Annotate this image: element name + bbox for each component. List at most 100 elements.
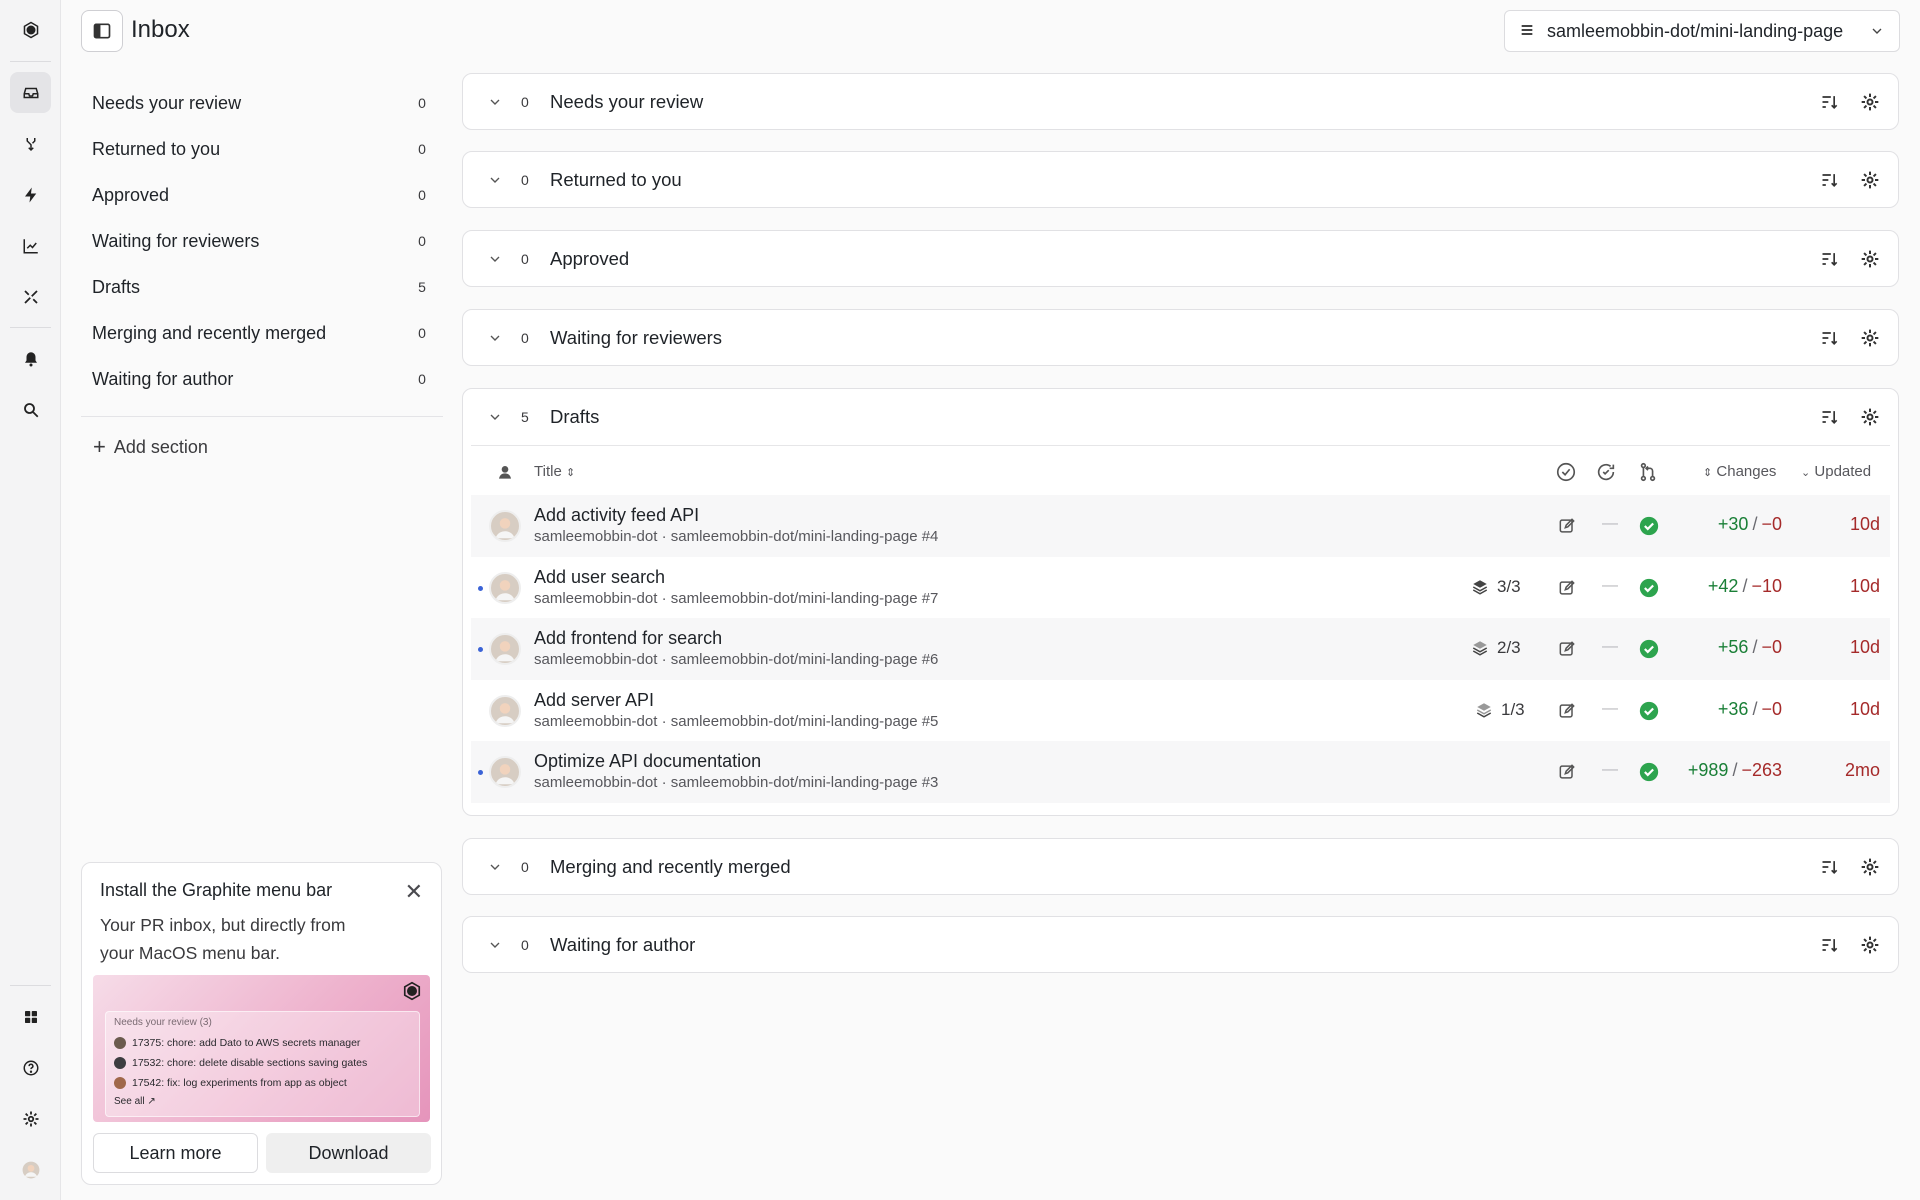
sort-icon[interactable]	[1820, 407, 1840, 427]
pr-changes: +56/−0	[1717, 637, 1782, 657]
section-title: Returned to you	[550, 169, 682, 190]
sort-icon[interactable]	[1820, 249, 1840, 269]
section-count: 5	[521, 409, 529, 425]
avatar	[489, 633, 521, 665]
sort-icon[interactable]	[1820, 935, 1840, 955]
stack-position[interactable]: 1/3	[1475, 700, 1525, 720]
bolt-icon[interactable]	[10, 174, 51, 215]
section-header[interactable]: 0 Waiting for author	[463, 917, 1898, 973]
preview-row-text: 17532: chore: delete disable sections sa…	[132, 1057, 368, 1069]
bell-icon[interactable]	[10, 338, 51, 379]
apps-icon[interactable]	[10, 996, 51, 1037]
avatar	[489, 756, 521, 788]
lines-added: +36	[1717, 698, 1749, 719]
sort-icon[interactable]	[1820, 328, 1840, 348]
column-updated-label: Updated	[1814, 463, 1872, 480]
avatar	[114, 1037, 126, 1049]
chevron-down-icon[interactable]	[487, 172, 503, 188]
stack-icon	[1472, 579, 1488, 595]
table-row[interactable]: Add user search samleemobbin-dot · samle…	[471, 557, 1890, 619]
section-count: 0	[521, 94, 529, 110]
draft-edit-icon	[1559, 518, 1575, 533]
graphite-logo-icon[interactable]	[10, 9, 51, 50]
repo-selector-label: samleemobbin-dot/mini-landing-page	[1547, 20, 1844, 41]
chevron-down-icon[interactable]	[487, 859, 503, 875]
learn-more-button[interactable]: Learn more	[93, 1133, 258, 1173]
nav-item-approved[interactable]: Approved 0	[81, 172, 443, 218]
nav-item-needs-your-review[interactable]: Needs your review 0	[81, 80, 443, 126]
section-header[interactable]: 5 Drafts	[463, 389, 1898, 445]
settings-icon[interactable]	[10, 1098, 51, 1139]
lines-removed: −0	[1761, 637, 1782, 657]
nav-item-merging[interactable]: Merging and recently merged 0	[81, 310, 443, 356]
graphite-logo-icon	[403, 981, 421, 1001]
chevron-down-icon[interactable]	[487, 330, 503, 346]
nav-item-waiting-for-reviewers[interactable]: Waiting for reviewers 0	[81, 218, 443, 264]
table-row[interactable]: Add server API samleemobbin-dot · samlee…	[471, 680, 1890, 742]
nav-item-label: Waiting for reviewers	[92, 230, 260, 251]
close-icon[interactable]: ✕	[405, 879, 423, 905]
checks-status: —	[1602, 576, 1618, 594]
pr-title: Add activity feed API	[534, 505, 700, 525]
pr-title: Add frontend for search	[534, 628, 723, 648]
tools-icon[interactable]	[10, 276, 51, 317]
author-column-icon[interactable]	[497, 464, 513, 480]
merge-icon[interactable]	[10, 123, 51, 164]
chart-icon[interactable]	[10, 225, 51, 266]
section-header[interactable]: 0 Merging and recently merged	[463, 839, 1898, 895]
section-title: Approved	[550, 248, 630, 269]
add-section-button[interactable]: + Add section	[81, 427, 443, 467]
sidebar-toggle-button[interactable]	[81, 10, 123, 52]
sort-icon[interactable]	[1820, 170, 1840, 190]
gear-icon[interactable]	[1860, 328, 1880, 348]
gear-icon[interactable]	[1860, 935, 1880, 955]
stack-position[interactable]: 2/3	[1471, 638, 1521, 658]
stack-position-label: 1/3	[1501, 699, 1525, 719]
nav-item-returned-to-you[interactable]: Returned to you 0	[81, 126, 443, 172]
chevron-down-icon[interactable]	[487, 937, 503, 953]
preview-see-all: See all ↗	[114, 1096, 156, 1107]
gear-icon[interactable]	[1860, 407, 1880, 427]
chevron-down-icon[interactable]	[487, 251, 503, 267]
section-header[interactable]: 0 Returned to you	[463, 152, 1898, 208]
gear-icon[interactable]	[1860, 92, 1880, 112]
inbox-icon[interactable]	[10, 72, 51, 113]
avatar	[489, 694, 521, 727]
table-row[interactable]: Optimize API documentation samleemobbin-…	[471, 741, 1890, 803]
column-updated[interactable]: ⌄ Updated	[1801, 463, 1871, 480]
promo-preview-image: Needs your review (3) 17375: chore: add …	[93, 975, 430, 1122]
table-row[interactable]: Add frontend for search samleemobbin-dot…	[471, 618, 1890, 680]
column-changes[interactable]: ⇕ Changes	[1703, 463, 1776, 480]
section-header[interactable]: 0 Waiting for reviewers	[463, 310, 1898, 366]
section-count: 0	[521, 172, 529, 188]
nav-item-label: Returned to you	[92, 138, 221, 159]
section-count: 0	[521, 937, 529, 953]
section-header[interactable]: 0 Approved	[463, 231, 1898, 287]
pr-updated: 10d	[1849, 698, 1880, 719]
stack-position[interactable]: 3/3	[1471, 577, 1521, 597]
column-title[interactable]: Title ⇕	[534, 463, 575, 480]
sort-icon[interactable]	[1820, 857, 1840, 877]
section-header[interactable]: 0 Needs your review	[463, 74, 1898, 130]
chevron-down-icon[interactable]	[487, 94, 503, 110]
gear-icon[interactable]	[1860, 170, 1880, 190]
gear-icon[interactable]	[1860, 249, 1880, 269]
table-row[interactable]: Add activity feed API samleemobbin-dot ·…	[471, 495, 1890, 557]
merge-status-column-icon[interactable]	[1637, 461, 1659, 483]
help-icon[interactable]	[10, 1047, 51, 1088]
sort-icon[interactable]	[1820, 92, 1840, 112]
unread-indicator	[478, 647, 483, 652]
nav-item-drafts[interactable]: Drafts 5	[81, 264, 443, 310]
download-button[interactable]: Download	[266, 1133, 431, 1173]
checks-column-icon[interactable]	[1595, 461, 1617, 483]
avatar[interactable]	[10, 1149, 51, 1190]
plus-icon: +	[93, 434, 106, 459]
repo-selector[interactable]: samleemobbin-dot/mini-landing-page	[1504, 10, 1900, 52]
search-icon[interactable]	[10, 389, 51, 430]
review-status-column-icon[interactable]	[1555, 461, 1577, 483]
checks-status: —	[1602, 638, 1618, 655]
chevron-down-icon[interactable]	[487, 409, 503, 425]
section-title: Needs your review	[550, 91, 704, 112]
gear-icon[interactable]	[1860, 857, 1880, 877]
nav-item-waiting-for-author[interactable]: Waiting for author 0	[81, 356, 443, 402]
